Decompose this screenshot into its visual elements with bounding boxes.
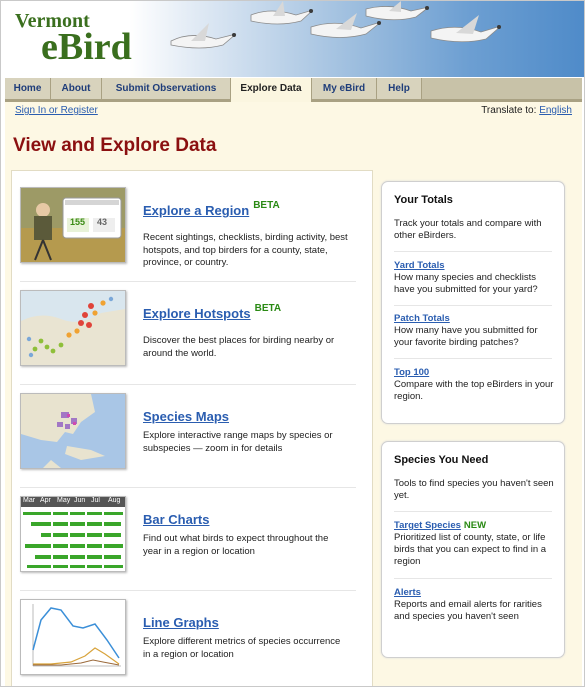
species-map-thumbnail[interactable] <box>20 393 126 469</box>
line-graph-thumbnail[interactable] <box>20 599 126 675</box>
main-nav: Home About Submit Observations Explore D… <box>5 78 582 102</box>
line-graphs-item: Line Graphs Explore different metrics of… <box>12 591 372 686</box>
patch-totals-description: How many have you submitted for your fav… <box>394 325 538 348</box>
region-thumbnail-species-count: 155 <box>70 217 86 227</box>
divider <box>394 305 552 306</box>
species-maps-link[interactable]: Species Maps <box>143 409 229 424</box>
bar-charts-description: Find out what birds to expect throughout… <box>143 533 329 557</box>
month-label: Jun <box>74 497 86 504</box>
alerts-link[interactable]: Alerts <box>394 587 554 599</box>
region-thumbnail[interactable]: 155 43 <box>20 187 126 263</box>
species-you-need-box: Species You Need Tools to find species y… <box>381 441 565 658</box>
bar-charts-link[interactable]: Bar Charts <box>143 512 209 527</box>
divider <box>394 578 552 579</box>
sub-bar: Sign In or Register Translate to: Englis… <box>5 102 582 122</box>
bar-chart-image <box>23 507 123 571</box>
top-100-section: Top 100 Compare with the top eBirders in… <box>394 367 554 403</box>
divider <box>394 511 552 512</box>
explore-region-link[interactable]: Explore a Region BETA <box>143 200 280 218</box>
species-maps-item: Species Maps Explore interactive range m… <box>12 385 372 488</box>
line-graphs-description: Explore different metrics of species occ… <box>143 636 341 660</box>
species-you-need-intro: Tools to find species you haven't seen y… <box>394 478 554 501</box>
explore-region-description: Recent sightings, checklists, birding ac… <box>143 232 348 268</box>
nav-submit-observations[interactable]: Submit Observations <box>102 78 231 99</box>
header-banner: Vermont eBird <box>1 1 584 77</box>
explore-hotspots-title[interactable]: Explore Hotspots <box>143 306 251 321</box>
line-graphs-link[interactable]: Line Graphs <box>143 615 219 630</box>
divider <box>394 251 552 252</box>
main-content: 155 43 Explore a Region BETA Recent sight… <box>5 170 582 686</box>
target-species-section: Target Species NEW Prioritized list of co… <box>394 520 554 568</box>
top-100-link[interactable]: Top 100 <box>394 367 554 379</box>
nav-about[interactable]: About <box>51 78 102 99</box>
species-you-need-heading: Species You Need <box>394 454 489 466</box>
title-bar: View and Explore Data <box>5 122 582 170</box>
your-totals-intro: Track your totals and compare with other… <box>394 218 542 241</box>
explore-hotspots-item: Explore Hotspots BETA Discover the best p… <box>12 282 372 385</box>
translate-control: Translate to: English <box>481 105 572 116</box>
explore-tools-panel: 155 43 Explore a Region BETA Recent sight… <box>11 170 373 686</box>
nav-home[interactable]: Home <box>5 78 51 99</box>
explore-hotspots-description: Discover the best places for birding nea… <box>143 335 335 359</box>
line-graph-image <box>32 604 121 667</box>
region-thumbnail-checklist-count: 43 <box>97 217 108 227</box>
page: Vermont eBird Home About Submit Observat… <box>0 0 585 687</box>
bar-chart-months-header: Mar Apr May Jun Jul Aug <box>21 497 125 507</box>
hotspots-map-thumbnail[interactable] <box>20 290 126 366</box>
your-totals-box: Your Totals Track your totals and compar… <box>381 181 565 424</box>
sign-in-link[interactable]: Sign In or Register <box>15 105 98 116</box>
beta-badge: BETA <box>254 303 282 314</box>
month-label: Aug <box>108 497 121 504</box>
nav-my-ebird[interactable]: My eBird <box>312 78 377 99</box>
translate-language-link[interactable]: English <box>539 105 572 116</box>
alerts-description: Reports and email alerts for rarities an… <box>394 599 542 622</box>
page-title: View and Explore Data <box>13 135 217 156</box>
nav-explore-data[interactable]: Explore Data <box>231 78 312 102</box>
bar-chart-thumbnail[interactable]: Mar Apr May Jun Jul Aug <box>20 496 126 572</box>
target-species-description: Prioritized list of county, state, or li… <box>394 532 547 567</box>
month-label: Jul <box>91 497 100 504</box>
yard-totals-section: Yard Totals How many species and checkli… <box>394 260 554 296</box>
nav-help[interactable]: Help <box>377 78 422 99</box>
beta-badge: BETA <box>253 200 280 211</box>
your-totals-heading: Your Totals <box>394 194 453 206</box>
patch-totals-section: Patch Totals How many have you submitted… <box>394 313 554 349</box>
month-label: May <box>57 497 71 504</box>
hotspots-map-image <box>21 291 125 365</box>
translate-label: Translate to: <box>481 105 537 116</box>
explore-region-item: 155 43 Explore a Region BETA Recent sight… <box>12 179 372 282</box>
logo-ebird[interactable]: eBird <box>41 25 132 69</box>
target-species-link[interactable]: Target Species <box>394 520 461 531</box>
month-label: Apr <box>40 497 51 504</box>
explore-region-title[interactable]: Explore a Region <box>143 203 249 218</box>
divider <box>394 358 552 359</box>
patch-totals-link[interactable]: Patch Totals <box>394 313 554 325</box>
bar-charts-item: Mar Apr May Jun Jul Aug Bar Charts Find … <box>12 488 372 591</box>
yard-totals-description: How many species and checklists have you… <box>394 272 538 295</box>
geese-image <box>170 1 502 49</box>
explore-hotspots-link[interactable]: Explore Hotspots BETA <box>143 303 282 321</box>
alerts-section: Alerts Reports and email alerts for rari… <box>394 587 554 623</box>
species-maps-description: Explore interactive range maps by specie… <box>143 430 333 454</box>
yard-totals-link[interactable]: Yard Totals <box>394 260 554 272</box>
month-label: Mar <box>23 497 36 504</box>
new-badge: NEW <box>463 520 487 531</box>
top-100-description: Compare with the top eBirders in your re… <box>394 379 554 402</box>
species-map-image <box>21 394 125 468</box>
